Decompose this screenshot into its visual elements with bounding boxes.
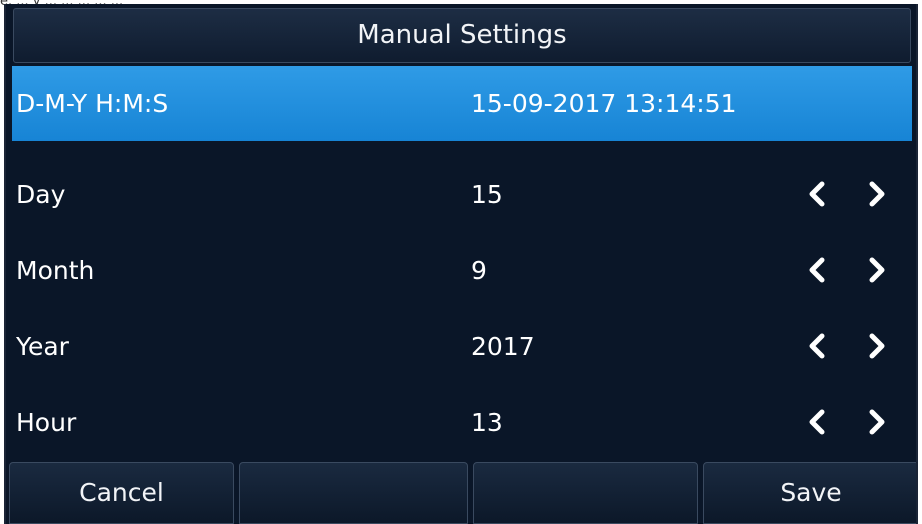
summary-label: D-M-Y H:M:S [16,89,169,118]
chevron-left-icon[interactable] [802,331,832,361]
chevron-left-icon[interactable] [802,255,832,285]
hour-label: Hour [16,408,77,437]
month-label: Month [16,256,95,285]
chevron-right-icon[interactable] [862,179,892,209]
softkey-3[interactable] [473,462,698,524]
chevron-right-icon[interactable] [862,255,892,285]
chevron-left-icon[interactable] [802,407,832,437]
month-row[interactable]: Month 9 [12,233,912,308]
year-label: Year [16,332,69,361]
softkey-2[interactable] [239,462,468,524]
hour-value: 13 [471,408,503,437]
phone-screen: Manual Settings D-M-Y H:M:S 15-09-2017 1… [4,4,918,524]
year-row[interactable]: Year 2017 [12,309,912,384]
page-title: Manual Settings [13,8,911,63]
day-label: Day [16,180,66,209]
datetime-summary-row[interactable]: D-M-Y H:M:S 15-09-2017 13:14:51 [12,66,912,141]
softkey-bar: Cancel Save [9,462,916,524]
summary-value: 15-09-2017 13:14:51 [471,89,737,118]
day-value: 15 [471,180,503,209]
year-value: 2017 [471,332,535,361]
day-row[interactable]: Day 15 [12,157,912,232]
chevron-left-icon[interactable] [802,179,832,209]
chevron-right-icon[interactable] [862,407,892,437]
save-button[interactable]: Save [703,462,916,524]
month-value: 9 [471,256,487,285]
cancel-button[interactable]: Cancel [9,462,234,524]
hour-row[interactable]: Hour 13 [12,385,912,460]
chevron-right-icon[interactable] [862,331,892,361]
